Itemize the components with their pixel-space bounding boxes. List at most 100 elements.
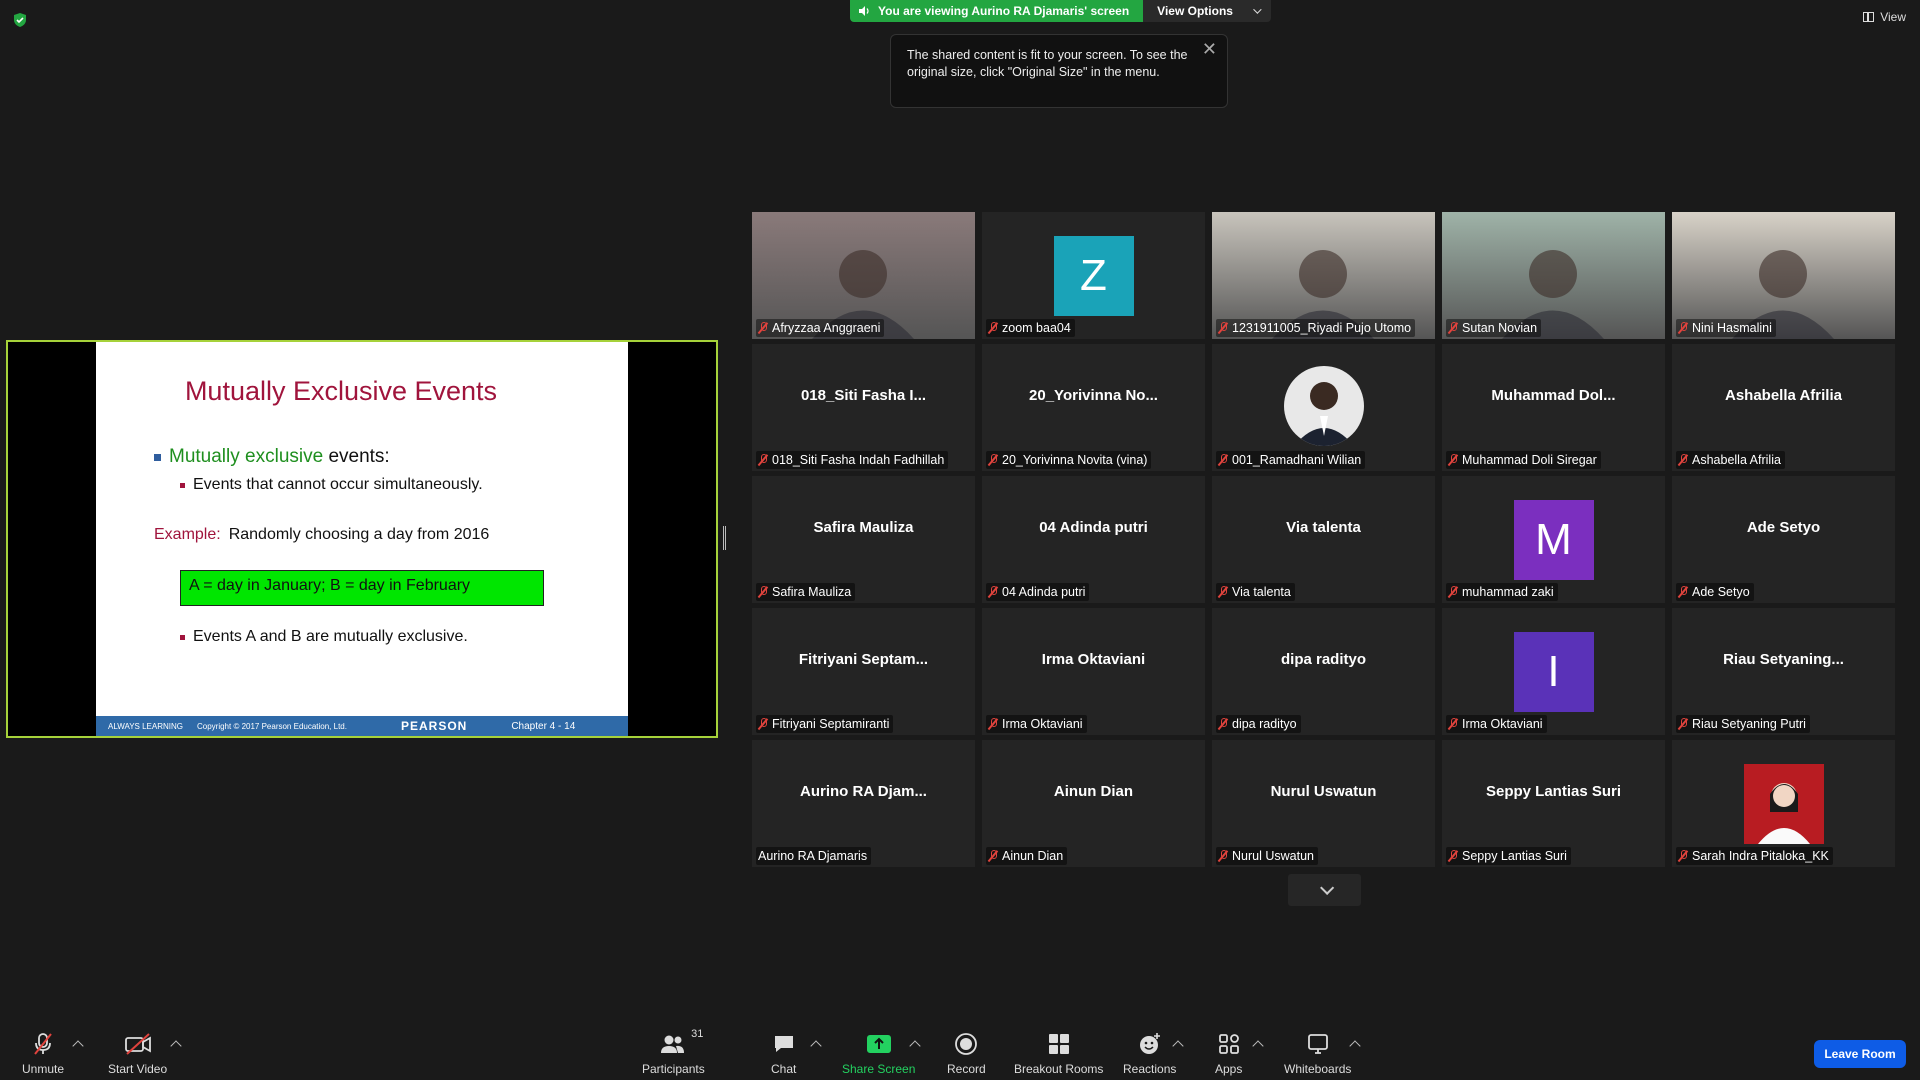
video-options-caret[interactable] (170, 1040, 182, 1052)
mic-muted-icon (1678, 586, 1688, 598)
mic-muted-icon (1448, 850, 1458, 862)
example-text: Randomly choosing a day from 2016 (228, 526, 490, 543)
record-icon (954, 1032, 978, 1056)
participant-name-label: Ashabella Afrilia (1676, 451, 1785, 469)
mic-muted-icon (758, 718, 768, 730)
apps-button[interactable]: Apps (1215, 1032, 1242, 1076)
participant-tile[interactable]: Riau Setyaning... Riau Setyaning Putri (1672, 608, 1895, 735)
participant-tile[interactable]: Ade Setyo Ade Setyo (1672, 476, 1895, 603)
participant-display-name: 04 Adinda putri (1039, 519, 1148, 536)
participants-count: 31 (691, 1028, 704, 1040)
whiteboards-button[interactable]: Whiteboards (1284, 1032, 1351, 1076)
resize-handle[interactable] (723, 526, 726, 550)
participant-tile[interactable]: Nini Hasmalini (1672, 212, 1895, 339)
participant-name: dipa radityo (1232, 717, 1297, 731)
participant-tile[interactable]: 1231911005_Riyadi Pujo Utomo (1212, 212, 1435, 339)
participant-name-label: Nini Hasmalini (1676, 319, 1776, 337)
record-button[interactable]: Record (947, 1032, 986, 1076)
next-page-button[interactable] (1288, 874, 1361, 906)
slide-bullet-1-rest: events: (323, 446, 390, 467)
speaker-icon (859, 6, 869, 16)
participant-name: 04 Adinda putri (1002, 585, 1086, 599)
unmute-button[interactable]: Unmute (22, 1032, 64, 1076)
participants-button[interactable]: 31 Participants (642, 1028, 705, 1076)
participant-name-label: Ainun Dian (986, 847, 1068, 865)
participant-tile[interactable]: Aurino RA Djam... Aurino RA Djamaris (752, 740, 975, 867)
participant-display-name: Irma Oktaviani (1041, 651, 1146, 668)
view-options-button[interactable]: View Options (1143, 0, 1271, 22)
participant-name-label: 018_Siti Fasha Indah Fadhillah (756, 451, 949, 469)
viewing-text: You are viewing Aurino RA Djamaris' scre… (878, 4, 1130, 18)
participant-display-name: Safira Mauliza (813, 519, 914, 536)
participant-tile[interactable]: Sutan Novian (1442, 212, 1665, 339)
participant-tile[interactable]: Ainun Dian Ainun Dian (982, 740, 1205, 867)
fit-to-screen-tooltip: The shared content is fit to your screen… (890, 34, 1228, 108)
share-screen-button[interactable]: Share Screen (842, 1032, 915, 1076)
participant-tile[interactable]: Nurul Uswatun Nurul Uswatun (1212, 740, 1435, 867)
zoom-meeting-window: You are viewing Aurino RA Djamaris' scre… (0, 0, 1920, 1080)
slide-bullet-3-text: Events A and B are mutually exclusive. (193, 628, 468, 645)
participant-tile[interactable]: Fitriyani Septam... Fitriyani Septamirant… (752, 608, 975, 735)
leave-room-button[interactable]: Leave Room (1814, 1040, 1906, 1068)
breakout-rooms-button[interactable]: Breakout Rooms (1014, 1032, 1103, 1076)
participant-name-label: Seppy Lantias Suri (1446, 847, 1571, 865)
participant-tile[interactable]: 001_Ramadhani Wilian (1212, 344, 1435, 471)
mic-muted-icon (1678, 322, 1688, 334)
participant-name: 018_Siti Fasha Indah Fadhillah (772, 453, 945, 467)
participant-tile[interactable]: Sarah Indra Pitaloka_KK (1672, 740, 1895, 867)
reactions-icon (1138, 1032, 1162, 1056)
shield-icon[interactable] (12, 12, 28, 28)
mic-muted-icon (1448, 586, 1458, 598)
start-video-button[interactable]: Start Video (108, 1032, 167, 1076)
breakout-rooms-label: Breakout Rooms (1014, 1062, 1104, 1076)
chat-icon (772, 1032, 796, 1056)
apps-options-caret[interactable] (1252, 1040, 1264, 1052)
start-video-label: Start Video (108, 1062, 168, 1076)
footer-brand: PEARSON (400, 719, 468, 733)
close-icon[interactable]: ✕ (1202, 40, 1217, 58)
view-button[interactable]: View (1863, 10, 1906, 24)
layout-icon (1863, 12, 1875, 22)
slide-bullet-2: Events that cannot occur simultaneously. (180, 476, 483, 494)
bullet-square-icon (180, 482, 185, 488)
participants-label: Participants (642, 1062, 705, 1076)
participant-tile[interactable]: 04 Adinda putri 04 Adinda putri (982, 476, 1205, 603)
participant-display-name: Ashabella Afrilia (1725, 387, 1842, 404)
participant-tile[interactable]: Mmuhammad zaki (1442, 476, 1665, 603)
participant-tile[interactable]: 20_Yorivinna No... 20_Yorivinna Novita (v… (982, 344, 1205, 471)
view-label: View (1880, 10, 1906, 24)
reactions-button[interactable]: Reactions (1123, 1032, 1176, 1076)
participant-tile[interactable]: Seppy Lantias Suri Seppy Lantias Suri (1442, 740, 1665, 867)
participant-tile[interactable]: Ashabella Afrilia Ashabella Afrilia (1672, 344, 1895, 471)
participant-display-name: Ainun Dian (1053, 783, 1134, 800)
participant-name: Seppy Lantias Suri (1462, 849, 1567, 863)
participants-icon: 31 (659, 1028, 703, 1056)
mic-muted-icon (988, 322, 998, 334)
participant-name: Muhammad Doli Siregar (1462, 453, 1597, 467)
participant-name: Sarah Indra Pitaloka_KK (1692, 849, 1829, 863)
presentation-slide: Mutually Exclusive Events Mutually exclu… (96, 342, 628, 736)
participant-tile[interactable]: 018_Siti Fasha I... 018_Siti Fasha Indah … (752, 344, 975, 471)
participant-name-label: Sarah Indra Pitaloka_KK (1676, 847, 1833, 865)
chat-options-caret[interactable] (810, 1040, 822, 1052)
participant-tile[interactable]: dipa radityo dipa radityo (1212, 608, 1435, 735)
participant-tile[interactable]: I Irma Oktaviani (1442, 608, 1665, 735)
participant-tile[interactable]: Muhammad Dol... Muhammad Doli Siregar (1442, 344, 1665, 471)
mic-muted-icon (988, 454, 998, 466)
avatar (1283, 366, 1364, 446)
participant-tile[interactable]: Irma Oktaviani Irma Oktaviani (982, 608, 1205, 735)
participant-name: Ade Setyo (1692, 585, 1750, 599)
participant-name-label: muhammad zaki (1446, 583, 1558, 601)
participant-name-label: Irma Oktaviani (1446, 715, 1547, 733)
mic-muted-icon (1448, 454, 1458, 466)
audio-options-caret[interactable] (72, 1040, 84, 1052)
chat-button[interactable]: Chat (771, 1032, 796, 1076)
participant-tile[interactable]: Zzoom baa04 (982, 212, 1205, 339)
mic-muted-icon (758, 454, 768, 466)
shared-screen[interactable]: Mutually Exclusive Events Mutually exclu… (6, 340, 718, 738)
mic-muted-icon (1218, 454, 1228, 466)
participant-tile[interactable]: Via talenta Via talenta (1212, 476, 1435, 603)
participant-tile[interactable]: Afryzzaa Anggraeni (752, 212, 975, 339)
participant-name-label: Aurino RA Djamaris (756, 847, 872, 865)
participant-tile[interactable]: Safira Mauliza Safira Mauliza (752, 476, 975, 603)
